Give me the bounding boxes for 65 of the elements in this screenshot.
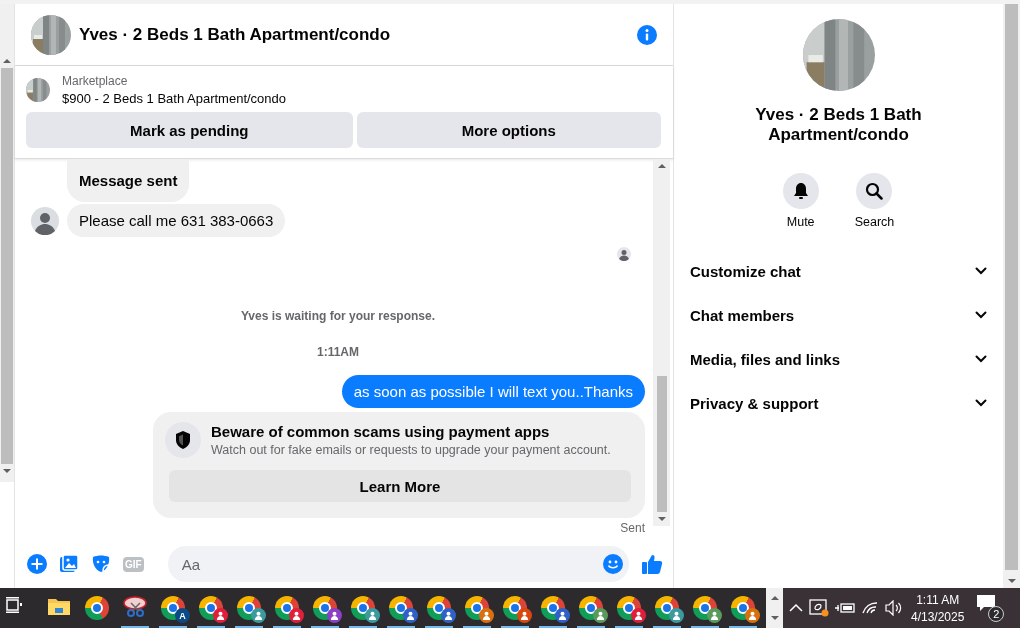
scrollbar[interactable] [766,588,783,628]
waiting-notice: Yves is waiting for your response. [240,309,436,323]
task-view-icon [5,596,23,614]
card-text: Watch out for fake emails or requests to upgrade your payment account. [211,443,611,457]
chevron-up-icon[interactable] [789,603,803,613]
scroll-thumb[interactable] [656,376,667,512]
scroll-thumb[interactable] [1,68,13,464]
chrome-icon [85,596,109,620]
timestamp: 1:11AM [317,345,359,359]
scissors-icon [123,596,147,618]
emoji-icon[interactable] [603,554,623,574]
avatar-icon [31,206,59,235]
sync-icon[interactable] [809,599,829,617]
section-toggle[interactable]: Customize chat [690,249,987,293]
chat-bubble-icon [976,594,997,612]
card-title: Beware of common scams using payment apps [211,423,551,440]
scroll-up-icon[interactable] [769,593,780,603]
plus-icon[interactable] [27,554,47,574]
chat-title: Yves · 2 Beds 1 Bath Apartment/condo [79,24,392,45]
scroll-thumb[interactable] [1005,4,1018,570]
message-input[interactable]: Aa [179,554,603,574]
scrollbar[interactable] [653,159,670,526]
clock[interactable]: 1:11 AM 4/13/2025 [911,592,965,624]
listing-source: Marketplace [62,74,129,88]
scroll-up-icon[interactable] [656,161,667,171]
profile-badge: A [175,608,190,623]
section-toggle[interactable]: Media, files and links [690,337,987,381]
message-bubble: as soon as possible I will text you..Thanks [341,375,645,408]
bell-icon [792,182,809,200]
scroll-down-icon[interactable] [2,466,12,476]
taskbar-app[interactable]: A [154,588,192,628]
image-icon[interactable] [59,554,79,574]
section-toggle[interactable]: Chat members [690,293,987,337]
search-icon [865,182,884,200]
wifi-icon[interactable] [861,601,879,615]
profile-name: Yves · 2 Beds 1 Bath Apartment/condo [754,105,923,145]
thumbs-up-icon[interactable] [641,553,663,575]
chevron-icon [975,311,987,319]
listing-button[interactable]: More options [356,112,661,148]
scrollbar[interactable] [1003,4,1020,588]
sent-status: Sent [620,521,645,535]
shield-icon [165,422,201,458]
chevron-icon [975,355,987,363]
section-toggle[interactable]: Privacy & support [690,381,987,425]
sticker-icon[interactable] [91,554,111,574]
scroll-down-icon[interactable] [769,613,780,623]
scrollbar[interactable] [0,4,14,482]
message-bubble: Please call me 631 383-0663 [67,204,286,237]
chevron-icon [975,399,987,407]
volume-icon[interactable] [885,600,903,616]
scroll-down-icon[interactable] [656,514,667,524]
scroll-down-icon[interactable] [1006,576,1017,586]
listing-button[interactable]: Mark as pending [26,112,353,148]
battery-icon[interactable] [835,601,855,615]
chrome-icon [161,596,185,620]
info-icon[interactable] [637,24,657,45]
message-field[interactable]: Aa [167,546,629,582]
chevron-icon [975,267,987,275]
avatar-icon [617,247,631,261]
scroll-up-icon[interactable] [2,56,12,66]
listing-summary: $900 - 2 Beds 1 Bath Apartment/condo [62,91,287,106]
message-bubble: Message sent [67,159,190,202]
learn-more-button[interactable]: Learn More [169,470,631,502]
folder-icon [47,596,71,616]
notifications-button[interactable]: 2 [976,594,1005,622]
